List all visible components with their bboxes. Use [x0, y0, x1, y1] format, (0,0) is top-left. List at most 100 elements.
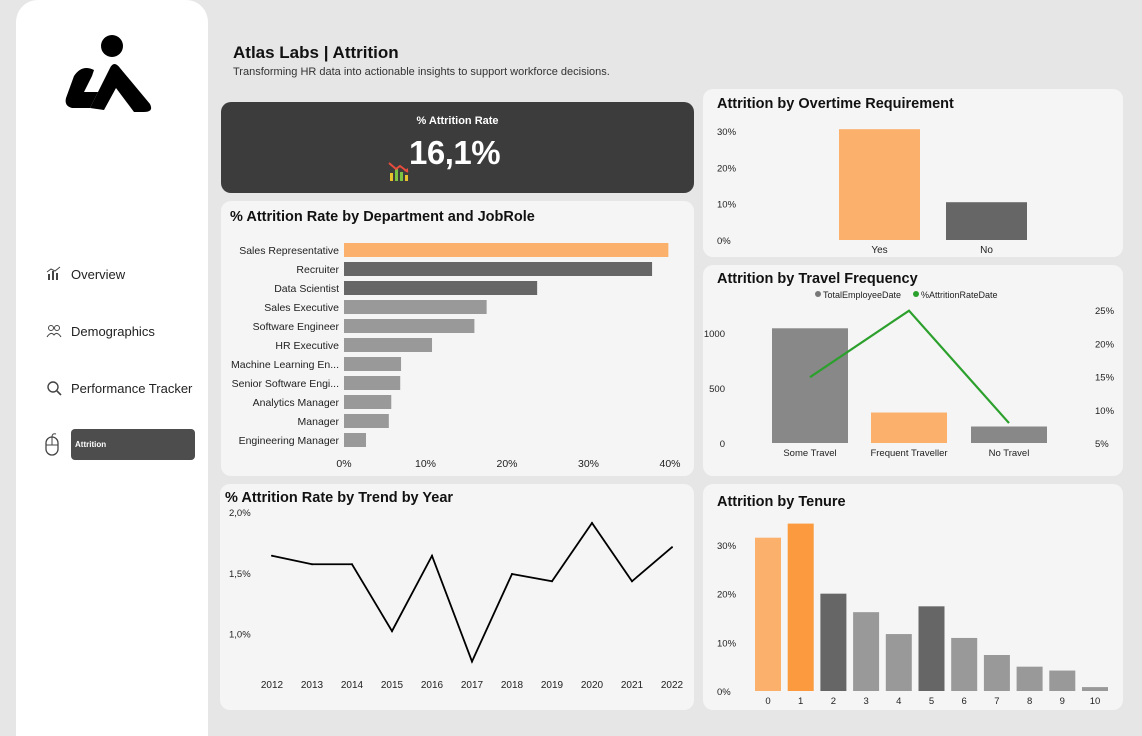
- x-tick-label: 2018: [501, 680, 524, 691]
- data-point: [311, 563, 313, 566]
- nav-demographics-label: Demographics: [71, 323, 155, 339]
- bar: [344, 357, 402, 371]
- bar: [344, 319, 475, 333]
- y-tick-label: 0%: [717, 687, 731, 698]
- category-label: Software Engineer: [253, 321, 340, 333]
- nav-demographics[interactable]: Demographics: [46, 316, 196, 346]
- nav-performance-tracker[interactable]: Performance Tracker: [46, 373, 196, 403]
- bar: [344, 395, 392, 409]
- y-tick-label-right: 5%: [1095, 439, 1109, 450]
- kpi-card: % Attrition Rate 16,1%: [221, 102, 694, 193]
- x-tick-label: 2019: [541, 680, 564, 691]
- bar: [1049, 670, 1076, 691]
- data-point: [591, 521, 593, 524]
- bar: [344, 338, 433, 352]
- atlas-labs-logo: [65, 35, 152, 112]
- kpi-value: 16,1%: [409, 134, 501, 171]
- y-tick-label: 500: [709, 384, 725, 395]
- data-point: [471, 660, 473, 663]
- category-label: Analytics Manager: [253, 397, 340, 409]
- search-icon: [47, 381, 62, 396]
- x-tick-label: 5: [929, 696, 934, 707]
- x-tick-label: 0: [765, 696, 770, 707]
- y-tick-label-right: 25%: [1095, 306, 1115, 317]
- y-tick-label: 1,5%: [229, 569, 251, 580]
- trend-down-chart-icon: [388, 162, 409, 181]
- bar: [787, 523, 814, 691]
- x-tick-label: Yes: [871, 245, 887, 256]
- category-label: Machine Learning En...: [231, 359, 339, 371]
- y-tick-label: 30%: [717, 127, 737, 138]
- tenure-card: Attrition by Tenure 0% 10% 20% 30% 0 1 2 3 4 5 6 7 8…: [703, 484, 1123, 710]
- category-label: Data Scientist: [274, 283, 339, 295]
- legend-marker: [913, 291, 919, 297]
- bar: [839, 129, 920, 240]
- x-tick-label: 20%: [496, 458, 517, 470]
- dept-jobrole-card: % Attrition Rate by Department and JobRo…: [221, 201, 694, 476]
- nav-overview[interactable]: Overview: [46, 259, 196, 289]
- x-tick-label: 6: [962, 696, 967, 707]
- x-tick-label: 2021: [621, 680, 644, 691]
- x-tick-label: 10: [1090, 696, 1101, 707]
- legend-label: %AttritionRateDate: [921, 290, 998, 300]
- data-point: [551, 580, 553, 583]
- nav-attrition-label: Attrition: [75, 440, 107, 449]
- overtime-card: Attrition by Overtime Requirement 0% 10% 2…: [703, 89, 1123, 257]
- bar: [344, 281, 538, 295]
- bar: [344, 414, 389, 428]
- data-point: [671, 546, 673, 549]
- y-tick-label: 2,0%: [229, 508, 251, 519]
- y-tick-label: 30%: [717, 541, 737, 552]
- bar: [946, 202, 1027, 240]
- data-point: [271, 554, 273, 557]
- x-tick-label: 30%: [578, 458, 599, 470]
- bar: [772, 328, 848, 443]
- x-tick-label: 4: [896, 696, 901, 707]
- bar: [344, 300, 487, 314]
- x-tick-label: 8: [1027, 696, 1032, 707]
- page-title: Atlas Labs | Attrition: [233, 43, 399, 62]
- bar: [885, 634, 912, 691]
- legend-marker: [815, 291, 821, 297]
- bar: [918, 606, 945, 691]
- y-tick-label: 1,0%: [229, 630, 251, 641]
- overtime-chart: 0% 10% 20% 30% Yes No: [717, 127, 1027, 256]
- y-tick-label: 0%: [717, 236, 731, 247]
- bar: [1016, 666, 1043, 691]
- bar: [344, 433, 367, 447]
- x-tick-label: 3: [863, 696, 868, 707]
- bar: [983, 654, 1010, 691]
- y-tick-label: 20%: [717, 163, 737, 174]
- trend-line: [271, 521, 673, 664]
- bar: [344, 243, 669, 257]
- category-label: HR Executive: [275, 340, 339, 352]
- nav-attrition[interactable]: Attrition: [71, 429, 195, 460]
- data-point: [511, 572, 513, 575]
- data-point: [391, 630, 393, 633]
- x-tick-label: 2015: [381, 680, 404, 691]
- bar: [871, 412, 947, 443]
- mouse-icon: [45, 433, 59, 456]
- y-tick-label: 1000: [704, 329, 725, 340]
- nav-overview-label: Overview: [71, 266, 126, 282]
- tenure-chart: 0% 10% 20% 30% 0 1 2 3 4 5 6 7 8 9 10: [717, 523, 1108, 707]
- x-tick-label: No: [980, 245, 993, 256]
- x-tick-label: 2: [831, 696, 836, 707]
- travel-card: Attrition by Travel Frequency TotalEmplo…: [703, 265, 1123, 476]
- x-tick-label: 2016: [421, 680, 444, 691]
- trend-year-card: % Attrition Rate by Trend by Year 1,0% 1,…: [220, 484, 694, 710]
- sidebar: Overview Demographics Performance Tracke…: [16, 0, 208, 736]
- chart-icon: [46, 266, 61, 280]
- data-point: [631, 580, 633, 583]
- x-tick-label: 2014: [341, 680, 364, 691]
- bar: [344, 376, 401, 390]
- kpi-label: % Attrition Rate: [416, 115, 499, 127]
- x-tick-label: 9: [1060, 696, 1065, 707]
- bar: [755, 537, 781, 691]
- dept-jobrole-chart: Sales Representative Recruiter Data Scient…: [231, 243, 681, 470]
- category-label: Sales Executive: [264, 302, 339, 314]
- x-tick-label: 7: [994, 696, 999, 707]
- x-tick-label: Some Travel: [783, 448, 836, 459]
- category-label: Engineering Manager: [239, 435, 340, 447]
- bar: [820, 593, 847, 691]
